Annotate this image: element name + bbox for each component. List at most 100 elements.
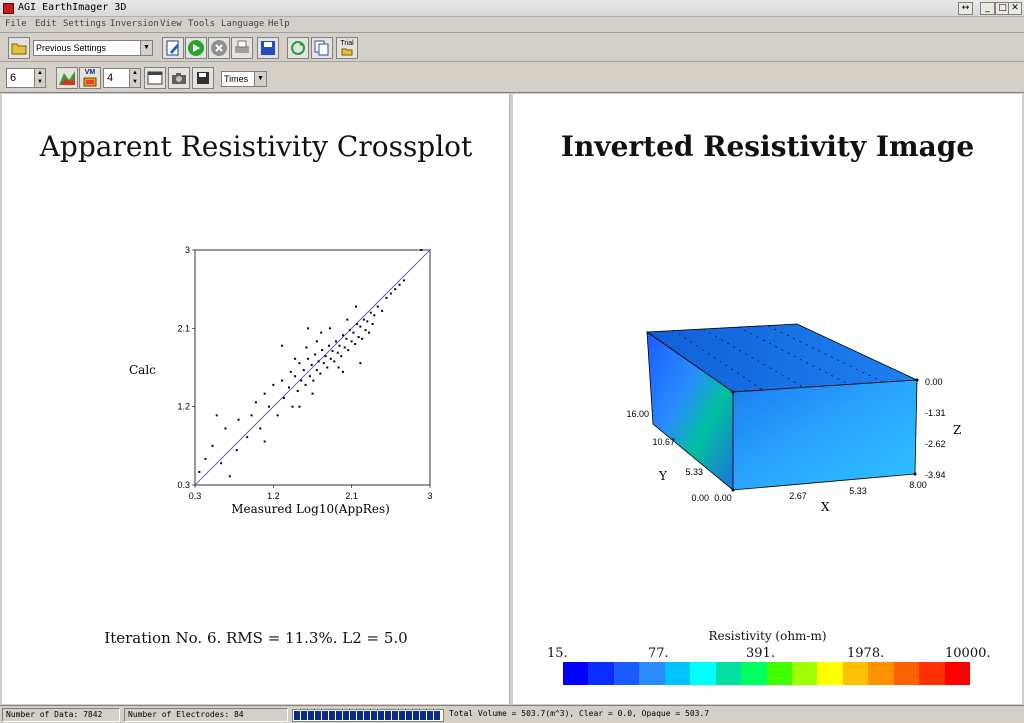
colorbar-swatch-1 — [588, 662, 614, 685]
vm-label: VM — [84, 69, 96, 76]
scatter-point — [228, 475, 231, 478]
x-tick-2: 5.33 — [849, 486, 867, 496]
x-tick-label: 1.2 — [267, 491, 280, 501]
scatter-point — [348, 329, 351, 332]
open-folder-button[interactable] — [8, 37, 30, 59]
scatter-point — [359, 362, 362, 365]
menu-file[interactable]: File — [5, 19, 27, 29]
progress-segment — [308, 711, 314, 720]
model-view-button[interactable] — [56, 67, 78, 89]
progress-segment — [413, 711, 419, 720]
trial-button[interactable]: Trial — [336, 37, 358, 59]
progress-segment — [343, 711, 349, 720]
refresh-button[interactable] — [287, 37, 309, 59]
progress-segment — [378, 711, 384, 720]
minimize-button[interactable]: _ — [980, 2, 995, 15]
status-electrode-count: Number of Electrodes: 84 — [124, 708, 288, 722]
progress-segment — [427, 711, 433, 720]
scatter-point — [355, 305, 358, 308]
print-button[interactable] — [231, 37, 253, 59]
scatter-point — [259, 427, 262, 430]
scatter-point — [296, 390, 299, 392]
menu-language[interactable]: Language — [221, 19, 264, 29]
colorbar-swatch-13 — [893, 662, 920, 685]
y-axis-label: Y — [658, 469, 668, 483]
scatter-point — [376, 305, 379, 308]
menu-view[interactable]: View — [160, 19, 182, 29]
menu-inversion[interactable]: Inversion — [110, 19, 159, 29]
scatter-point — [362, 318, 365, 321]
scatter-point — [204, 457, 207, 460]
y-tick-label: 2.1 — [177, 323, 190, 333]
scatter-point — [338, 344, 341, 347]
colorbar-swatch-8 — [766, 662, 792, 685]
scatter-point — [398, 283, 401, 286]
x-tick-label: 3 — [427, 491, 432, 501]
status-bar: Number of Data: 7842 Number of Electrode… — [0, 705, 1024, 723]
colorbar-label-4: 10000. — [945, 646, 991, 661]
scatter-point — [198, 470, 201, 473]
scatter-point — [355, 322, 358, 325]
z-axis-label: Z — [953, 423, 961, 437]
camera-button[interactable] — [168, 67, 190, 89]
settings-combo-value: Previous Settings — [36, 43, 107, 53]
copy-button[interactable] — [311, 37, 333, 59]
window-icon — [147, 71, 163, 85]
resistivity-image-title: Inverted Resistivity Image — [560, 130, 975, 163]
colorbar-swatch-0 — [563, 662, 589, 685]
close-button[interactable]: ✕ — [1008, 2, 1022, 15]
restore-arrows-icon[interactable]: ↔ — [958, 2, 973, 15]
scatter-point — [328, 344, 331, 347]
colorbar-swatch-4 — [664, 662, 691, 685]
y-tick-2: 10.67 — [652, 437, 675, 447]
crossplot-pane: Apparent Resistivity Crossplot 0.3 1.2 2.1… — [2, 94, 510, 704]
scatter-point — [361, 337, 364, 340]
edit-settings-button[interactable] — [162, 37, 184, 59]
scatter-point — [288, 386, 290, 389]
save-image-button[interactable] — [192, 67, 214, 89]
scatter-point — [315, 369, 318, 372]
iteration-spinner[interactable]: 6 ▲ ▼ — [6, 68, 46, 88]
save-disk-icon — [197, 72, 209, 84]
save-disk-icon — [261, 41, 275, 55]
progress-segment — [315, 711, 321, 720]
stop-button[interactable] — [208, 37, 230, 59]
view-toolbar: 6 ▲ ▼ VM 4 ▲ ▼ Times ▼ — [0, 63, 1024, 93]
status-volume: Total Volume = 503.7(m^3), Clear = 0.0, … — [449, 709, 710, 718]
chevron-down-icon: ▼ — [140, 41, 152, 55]
scatter-point — [364, 329, 367, 332]
scatter-point — [298, 405, 301, 408]
scatter-point — [224, 427, 227, 430]
scatter-point — [294, 375, 297, 378]
scatter-point — [373, 314, 376, 317]
menu-edit[interactable]: Edit — [35, 19, 57, 29]
terrain-icon — [59, 71, 75, 85]
font-combo[interactable]: Times ▼ — [221, 71, 267, 87]
scatter-point — [321, 349, 324, 352]
colorbar-swatch-12 — [868, 662, 894, 685]
scatter-point — [276, 414, 279, 417]
progress-segment — [364, 711, 370, 720]
progress-segment — [322, 711, 328, 720]
count-spinner[interactable]: 4 ▲ ▼ — [103, 68, 141, 88]
vm-button[interactable]: VM — [79, 67, 101, 89]
scatter-point — [420, 249, 423, 251]
x-tick-label: 2.1 — [345, 491, 358, 501]
save-button[interactable] — [257, 37, 279, 59]
document-edit-icon — [166, 40, 179, 56]
menu-tools[interactable]: Tools — [188, 19, 215, 29]
window-button[interactable] — [144, 67, 166, 89]
colorbar-labels: 15. 77. 391. 1978. 10000. — [543, 646, 1003, 662]
settings-combo[interactable]: Previous Settings ▼ — [33, 40, 153, 56]
progress-segment — [434, 711, 440, 720]
menu-settings[interactable]: Settings — [63, 19, 106, 29]
refresh-icon — [291, 41, 305, 55]
run-inversion-button[interactable] — [185, 37, 207, 59]
progress-segment — [371, 711, 377, 720]
menu-help[interactable]: Help — [268, 19, 290, 29]
colorbar — [563, 662, 970, 685]
resistivity-volume[interactable]: 0.00 -1.31 -2.62 -3.94 0.00 2.67 5.33 8.… — [513, 314, 1022, 574]
scatter-point — [312, 379, 315, 382]
scatter-point — [320, 331, 323, 334]
colorbar-label-1: 77. — [648, 646, 669, 661]
